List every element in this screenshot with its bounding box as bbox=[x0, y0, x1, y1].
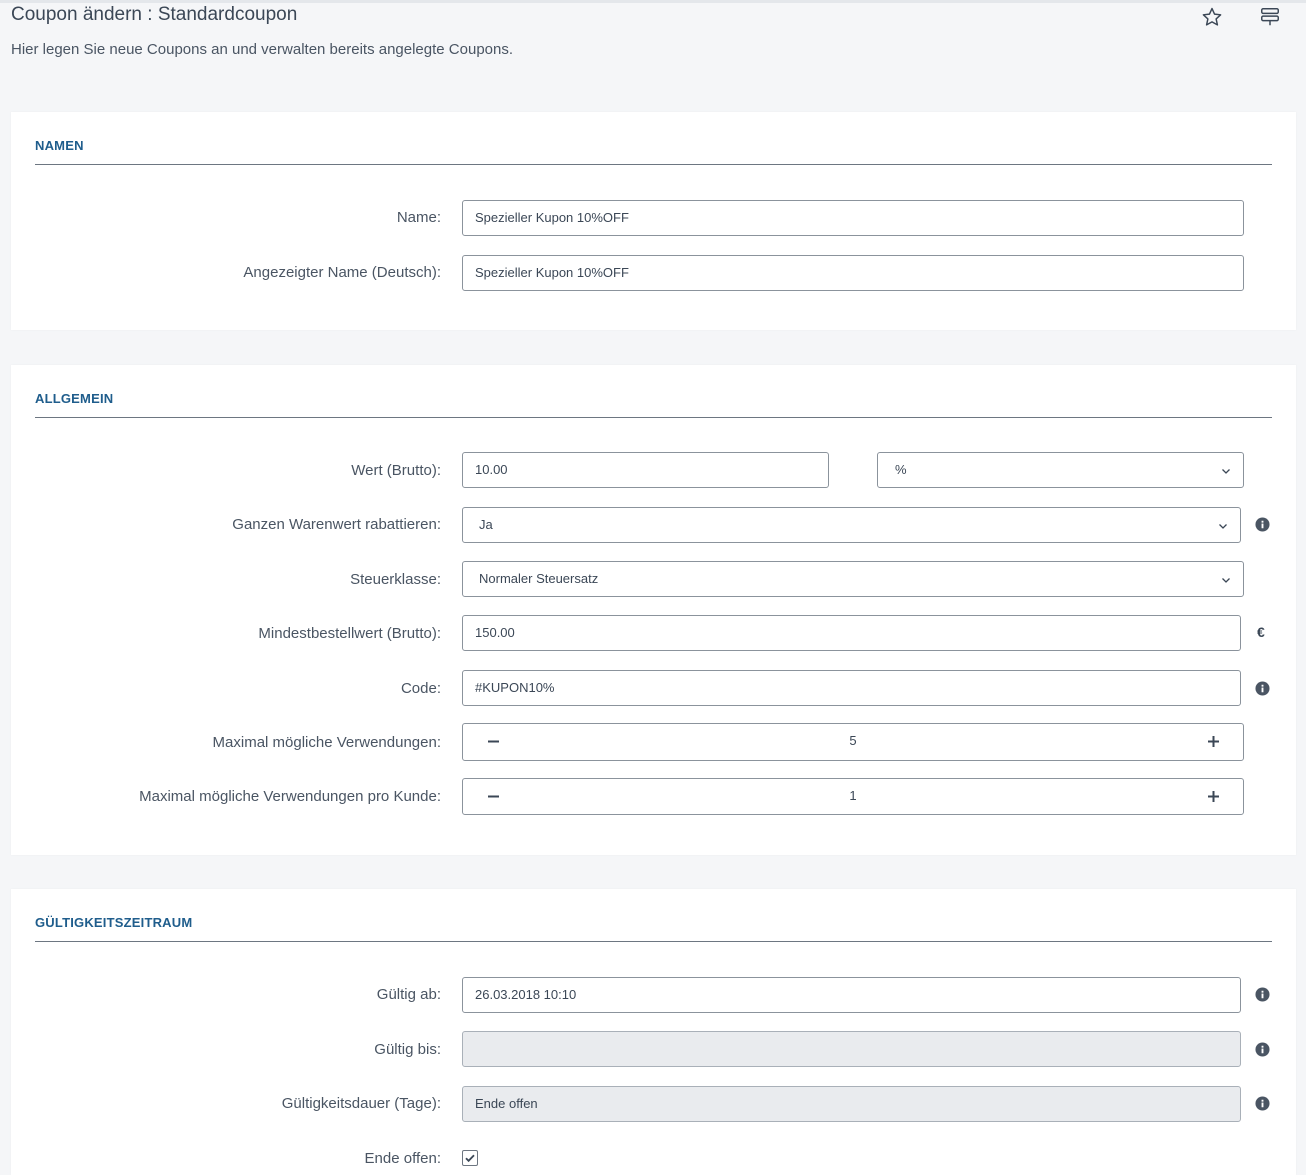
rabatt-select[interactable]: Ja bbox=[462, 507, 1241, 543]
display-name-label: Angezeigter Name (Deutsch): bbox=[243, 264, 441, 281]
plus-icon[interactable] bbox=[1193, 779, 1233, 813]
chevron-down-icon bbox=[1218, 521, 1228, 531]
dauer-value: Ende offen bbox=[475, 1096, 538, 1111]
name-label: Name: bbox=[396, 209, 441, 226]
gueltig-bis-input[interactable] bbox=[462, 1031, 1241, 1067]
plus-icon[interactable] bbox=[1193, 724, 1233, 758]
dauer-label: Gültigkeitsdauer (Tage): bbox=[281, 1095, 441, 1112]
mindest-value: 150.00 bbox=[475, 625, 515, 640]
max-stepper[interactable]: 5 bbox=[462, 723, 1244, 761]
section-gueltigkeit: GÜLTIGKEITSZEITRAUM Gültig ab: 26.03.201… bbox=[11, 889, 1296, 1175]
section-divider bbox=[35, 164, 1272, 165]
code-value: #KUPON10% bbox=[475, 680, 555, 695]
gueltig-ab-input[interactable]: 26.03.2018 10:10 bbox=[462, 977, 1241, 1013]
top-border bbox=[0, 0, 1306, 3]
chevron-down-icon bbox=[1221, 575, 1231, 585]
currency-symbol: € bbox=[1257, 624, 1265, 640]
rabatt-label: Ganzen Warenwert rabattieren: bbox=[232, 516, 441, 533]
max-kunde-label: Maximal mögliche Verwendungen pro Kunde: bbox=[139, 788, 441, 805]
info-icon[interactable] bbox=[1255, 1042, 1270, 1057]
display-name-value: Spezieller Kupon 10%OFF bbox=[475, 265, 629, 280]
name-value: Spezieller Kupon 10%OFF bbox=[475, 210, 629, 225]
section-title: NAMEN bbox=[35, 138, 84, 153]
name-input[interactable]: Spezieller Kupon 10%OFF bbox=[462, 200, 1244, 236]
info-icon[interactable] bbox=[1255, 987, 1270, 1002]
max-label: Maximal mögliche Verwendungen: bbox=[212, 734, 441, 751]
steuer-label: Steuerklasse: bbox=[350, 571, 441, 588]
wert-input[interactable]: 10.00 bbox=[462, 452, 829, 488]
section-title: ALLGEMEIN bbox=[35, 391, 114, 406]
gueltig-ab-value: 26.03.2018 10:10 bbox=[475, 987, 577, 1002]
dauer-input[interactable]: Ende offen bbox=[462, 1086, 1241, 1122]
mindest-label: Mindestbestellwert (Brutto): bbox=[258, 625, 441, 642]
wert-unit-select[interactable]: % bbox=[877, 452, 1244, 488]
section-divider bbox=[35, 941, 1272, 942]
ende-offen-checkbox[interactable] bbox=[462, 1150, 478, 1166]
max-kunde-stepper[interactable]: 1 bbox=[462, 778, 1244, 815]
section-title: GÜLTIGKEITSZEITRAUM bbox=[35, 915, 193, 930]
gueltig-bis-label: Gültig bis: bbox=[374, 1041, 441, 1058]
section-divider bbox=[35, 417, 1272, 418]
steuer-select[interactable]: Normaler Steuersatz bbox=[462, 561, 1244, 597]
page-subtitle: Hier legen Sie neue Coupons an und verwa… bbox=[11, 41, 514, 58]
ende-offen-label: Ende offen: bbox=[364, 1150, 441, 1167]
max-value: 5 bbox=[849, 733, 857, 748]
section-namen: NAMEN Name: Spezieller Kupon 10%OFF Ange… bbox=[11, 112, 1296, 330]
chevron-down-icon bbox=[1221, 466, 1231, 476]
gueltig-ab-label: Gültig ab: bbox=[376, 986, 441, 1003]
info-icon[interactable] bbox=[1255, 517, 1270, 532]
max-kunde-value: 1 bbox=[849, 788, 857, 803]
steuer-value: Normaler Steuersatz bbox=[479, 571, 599, 586]
mindest-input[interactable]: 150.00 bbox=[462, 615, 1241, 651]
menu-icon[interactable] bbox=[1259, 6, 1281, 28]
checkmark-icon bbox=[465, 1154, 475, 1163]
wert-unit-value: % bbox=[895, 462, 907, 477]
display-name-input[interactable]: Spezieller Kupon 10%OFF bbox=[462, 255, 1244, 291]
code-input[interactable]: #KUPON10% bbox=[462, 670, 1241, 706]
star-icon[interactable] bbox=[1201, 6, 1223, 28]
info-icon[interactable] bbox=[1255, 1096, 1270, 1111]
wert-label: Wert (Brutto): bbox=[351, 462, 441, 479]
section-allgemein: ALLGEMEIN Wert (Brutto): 10.00 % Ganzen … bbox=[11, 365, 1296, 855]
page-title: Coupon ändern : Standardcoupon bbox=[11, 4, 298, 25]
rabatt-value: Ja bbox=[479, 517, 493, 532]
code-label: Code: bbox=[400, 680, 441, 697]
info-icon[interactable] bbox=[1255, 681, 1270, 696]
wert-value: 10.00 bbox=[475, 462, 508, 477]
